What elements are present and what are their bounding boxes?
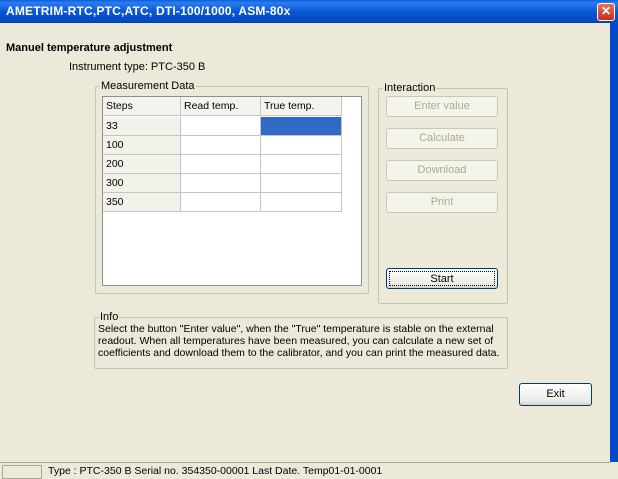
status-bar: Type : PTC-350 B Serial no. 354350-00001…: [0, 462, 610, 479]
status-pane-empty: [2, 465, 42, 479]
start-button-label: Start: [389, 271, 495, 286]
read-temp-cell[interactable]: [181, 155, 261, 174]
read-temp-cell[interactable]: [181, 174, 261, 193]
close-button[interactable]: ✕: [597, 3, 615, 21]
row-step-cell[interactable]: 300: [103, 174, 181, 193]
true-temp-cell[interactable]: [261, 174, 342, 193]
row-step-cell[interactable]: 350: [103, 193, 181, 212]
calculate-button[interactable]: Calculate: [386, 128, 498, 149]
window-frame-right: [610, 22, 618, 462]
true-temp-cell-selected[interactable]: [261, 117, 342, 136]
read-temp-cell[interactable]: [181, 117, 261, 136]
column-header-true-temp[interactable]: True temp.: [261, 97, 342, 116]
page-title: Manuel temperature adjustment: [6, 42, 173, 54]
print-button[interactable]: Print: [386, 192, 498, 213]
row-step-cell[interactable]: 33: [103, 117, 181, 136]
status-text: Type : PTC-350 B Serial no. 354350-00001…: [48, 465, 383, 477]
row-step-cell[interactable]: 100: [103, 136, 181, 155]
start-button[interactable]: Start: [386, 268, 498, 289]
interaction-legend: Interaction: [384, 82, 436, 94]
close-icon: ✕: [600, 4, 612, 18]
true-temp-cell[interactable]: [261, 193, 342, 212]
true-temp-cell[interactable]: [261, 136, 342, 155]
instrument-type-label: Instrument type: PTC-350 B: [69, 61, 206, 73]
window-title: AMETRIM-RTC,PTC,ATC, DTI-100/1000, ASM-8…: [6, 4, 291, 18]
exit-button[interactable]: Exit: [519, 383, 592, 406]
info-legend: Info: [100, 311, 119, 323]
measurement-data-legend: Measurement Data: [101, 80, 195, 92]
column-header-read-temp[interactable]: Read temp.: [181, 97, 261, 116]
enter-value-button[interactable]: Enter value: [386, 96, 498, 117]
measurement-grid[interactable]: Steps Read temp. True temp. 33 100 200 3…: [102, 96, 362, 286]
read-temp-cell[interactable]: [181, 193, 261, 212]
title-bar[interactable]: AMETRIM-RTC,PTC,ATC, DTI-100/1000, ASM-8…: [0, 0, 618, 23]
info-text: Select the button "Enter value", when th…: [98, 323, 500, 359]
column-header-steps[interactable]: Steps: [103, 97, 181, 116]
download-button[interactable]: Download: [386, 160, 498, 181]
true-temp-cell[interactable]: [261, 155, 342, 174]
row-step-cell[interactable]: 200: [103, 155, 181, 174]
read-temp-cell[interactable]: [181, 136, 261, 155]
